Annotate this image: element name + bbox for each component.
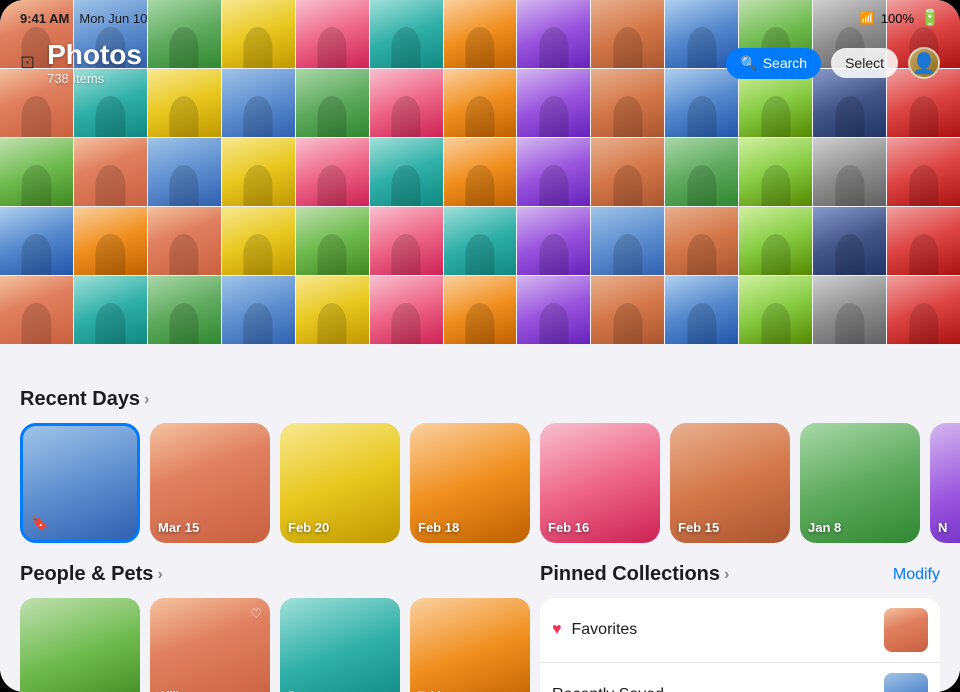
- device-frame: 9:41 AM Mon Jun 10 📶 100% 🔋 ⊡ Photos 738…: [0, 0, 960, 692]
- photos-title-block: Photos 738 Items: [47, 40, 142, 86]
- header-left: ⊡ Photos 738 Items: [20, 40, 142, 86]
- recent-days-link[interactable]: Recent Days ›: [20, 388, 149, 411]
- people-scroll[interactable]: ♡GilliavRexTobi...: [20, 598, 530, 692]
- day-label: Feb 16: [548, 520, 589, 535]
- header-right: 🔍 Search Select 👤: [726, 47, 940, 79]
- pinned-list: ♥ Favorites Recently Saved: [540, 598, 940, 692]
- day-card[interactable]: Mar 15: [150, 423, 270, 543]
- pinned-collections-link[interactable]: Pinned Collections ›: [540, 563, 729, 586]
- heart-icon: ♡: [250, 606, 262, 622]
- pinned-thumbnail: [884, 608, 928, 652]
- day-label: Feb 15: [678, 520, 719, 535]
- person-card[interactable]: Rex: [280, 598, 400, 692]
- day-card[interactable]: Feb 18: [410, 423, 530, 543]
- modify-button[interactable]: Modify: [893, 566, 940, 584]
- day-card[interactable]: Jan 8: [800, 423, 920, 543]
- bottom-sections: People & Pets › ♡GilliavRexTobi... Pinne…: [0, 563, 960, 692]
- people-pets-header: People & Pets ›: [20, 563, 530, 586]
- search-button[interactable]: 🔍 Search: [726, 48, 821, 79]
- day-card[interactable]: Feb 20: [280, 423, 400, 543]
- person-card[interactable]: ♡Gilliav: [150, 598, 270, 692]
- day-label: Feb 20: [288, 520, 329, 535]
- search-icon: 🔍: [740, 55, 757, 72]
- person-card[interactable]: [20, 598, 140, 692]
- bookmark-icon: 🔖: [31, 515, 48, 532]
- day-label: Feb 18: [418, 520, 459, 535]
- day-card[interactable]: N: [930, 423, 960, 543]
- day-card[interactable]: Feb 15: [670, 423, 790, 543]
- recent-days-title: Recent Days: [20, 388, 140, 411]
- people-pets-link[interactable]: People & Pets ›: [20, 563, 163, 586]
- wifi-icon: 📶: [860, 11, 875, 25]
- pinned-thumbnail: [884, 673, 928, 692]
- pinned-collections-section: Pinned Collections › Modify ♥ Favorites Re…: [530, 563, 960, 692]
- pinned-item[interactable]: Recently Saved: [540, 663, 940, 692]
- day-label: N: [938, 520, 947, 535]
- day-card[interactable]: 🔖: [20, 423, 140, 543]
- select-button[interactable]: Select: [831, 48, 898, 78]
- pinned-collections-header: Pinned Collections › Modify: [540, 563, 940, 586]
- pinned-name: Recently Saved: [552, 686, 664, 692]
- battery-icon: 🔋: [920, 8, 940, 28]
- people-pets-title: People & Pets: [20, 563, 153, 586]
- select-label: Select: [845, 55, 884, 71]
- photos-count: 738 Items: [47, 71, 142, 86]
- pinned-heart-icon: ♥: [552, 621, 562, 639]
- status-date: Mon Jun 10: [79, 11, 147, 26]
- battery-text: 100%: [881, 11, 914, 26]
- main-content[interactable]: Recent Days › 🔖 Mar 15 Feb 20 Feb 18 Feb 16 F…: [0, 0, 960, 692]
- person-card[interactable]: Tobi...: [410, 598, 530, 692]
- status-bar: 9:41 AM Mon Jun 10 📶 100% 🔋: [0, 0, 960, 36]
- user-avatar[interactable]: 👤: [908, 47, 940, 79]
- pinned-name: Favorites: [572, 621, 638, 639]
- below-fold: Recent Days › 🔖 Mar 15 Feb 20 Feb 18 Feb 16 F…: [0, 372, 960, 692]
- day-card[interactable]: Feb 16: [540, 423, 660, 543]
- page-title: Photos: [47, 40, 142, 71]
- status-left: 9:41 AM Mon Jun 10: [20, 11, 147, 26]
- app-header: ⊡ Photos 738 Items 🔍 Search Select 👤: [0, 36, 960, 90]
- recent-days-chevron: ›: [144, 391, 149, 409]
- pinned-collections-title: Pinned Collections: [540, 563, 720, 586]
- pinned-chevron: ›: [724, 566, 729, 584]
- grid-toggle-icon[interactable]: ⊡: [20, 52, 35, 73]
- people-pets-section: People & Pets › ♡GilliavRexTobi...: [0, 563, 530, 692]
- recent-days-scroll[interactable]: 🔖 Mar 15 Feb 20 Feb 18 Feb 16 Feb 15 Jan 8 N: [0, 423, 960, 543]
- status-time: 9:41 AM: [20, 11, 69, 26]
- search-label: Search: [763, 55, 807, 71]
- day-label: Jan 8: [808, 520, 841, 535]
- status-right: 📶 100% 🔋: [860, 8, 940, 28]
- pinned-item[interactable]: ♥ Favorites: [540, 598, 940, 663]
- day-label: Mar 15: [158, 520, 199, 535]
- people-pets-chevron: ›: [157, 566, 162, 584]
- recent-days-header: Recent Days ›: [0, 388, 960, 411]
